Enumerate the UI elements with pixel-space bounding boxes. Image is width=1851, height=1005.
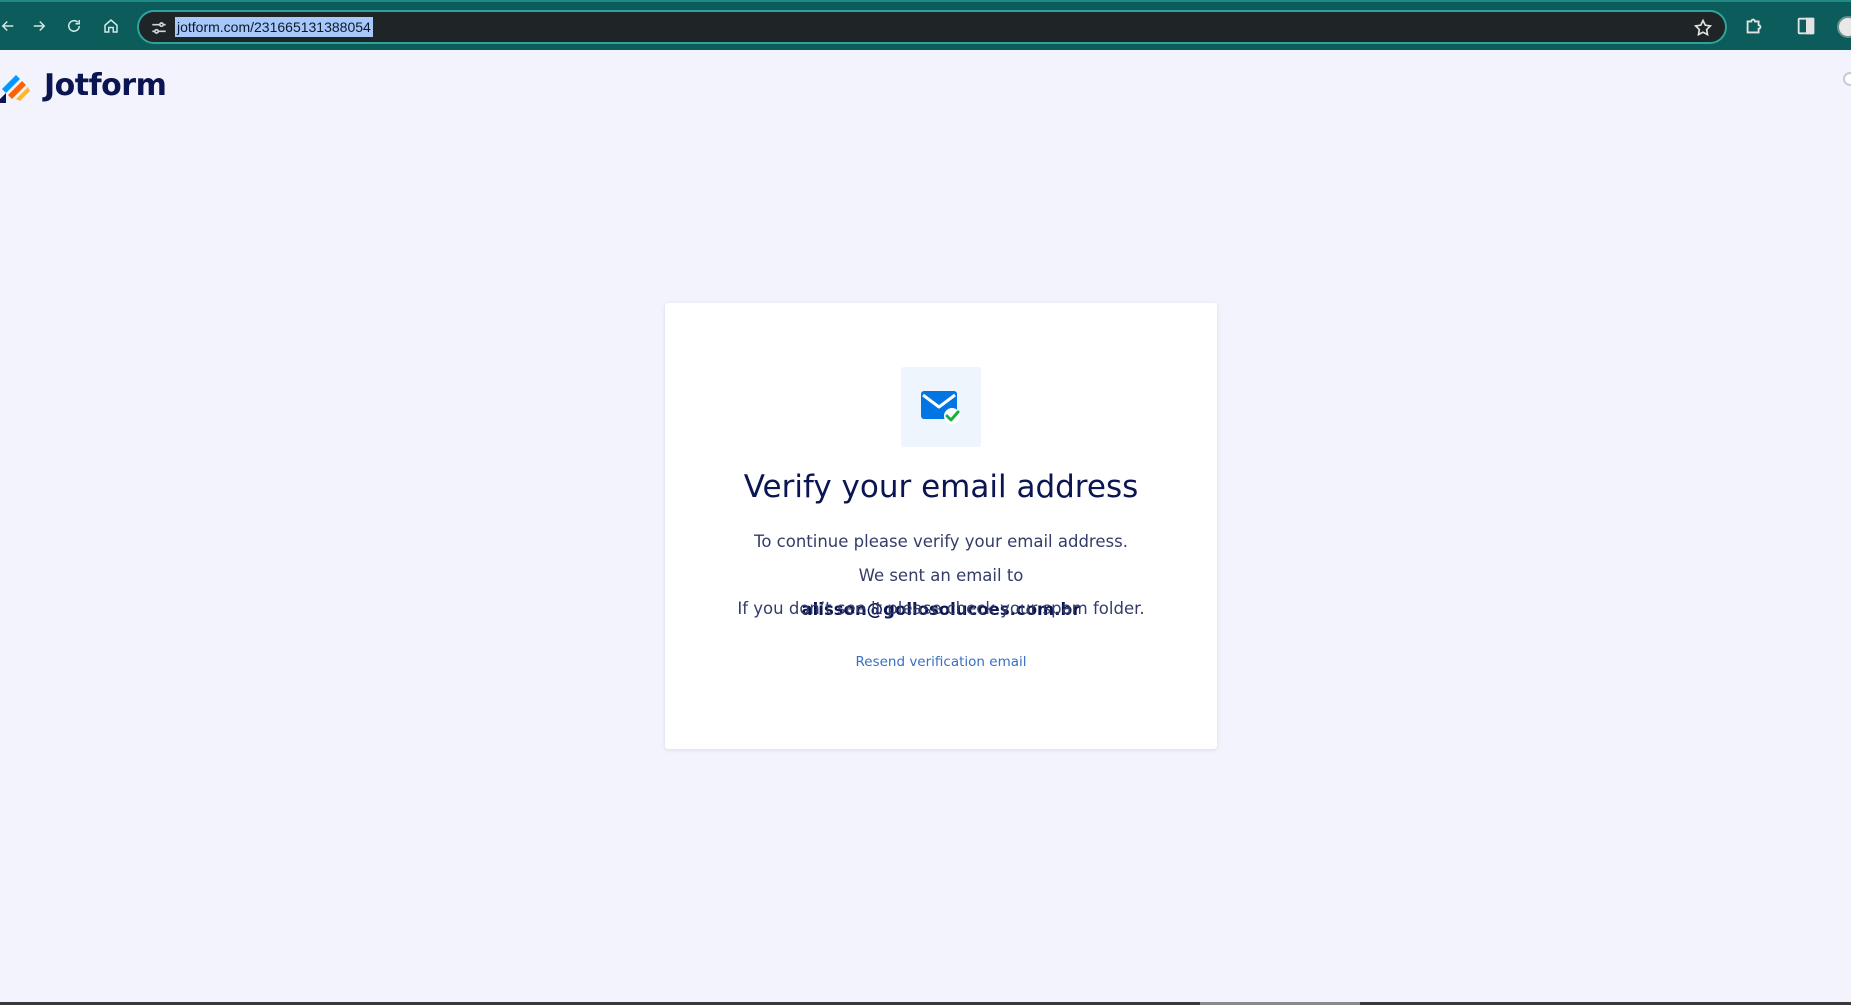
page-title: Verify your email address xyxy=(743,469,1139,505)
side-panel-icon[interactable] xyxy=(1795,15,1817,37)
verification-message-text: To continue please verify your email add… xyxy=(754,532,1128,585)
reload-icon[interactable] xyxy=(62,14,86,38)
forward-arrow-icon[interactable] xyxy=(27,14,51,38)
jotform-logo-icon xyxy=(0,74,30,103)
verify-email-card: Verify your email address To continue pl… xyxy=(665,303,1217,749)
extensions-puzzle-icon[interactable] xyxy=(1743,15,1765,37)
back-arrow-icon[interactable] xyxy=(0,14,20,38)
browser-toolbar: jotform.com/231665131388054 xyxy=(0,0,1851,50)
user-avatar-edge[interactable] xyxy=(1843,72,1851,86)
mail-check-icon xyxy=(921,391,960,424)
mail-verified-tile xyxy=(901,367,981,447)
site-settings-icon[interactable] xyxy=(149,18,169,38)
profile-avatar[interactable] xyxy=(1837,16,1851,38)
url-text[interactable]: jotform.com/231665131388054 xyxy=(175,17,373,37)
logo-wordmark: Jotform xyxy=(44,68,167,103)
jotform-logo[interactable]: Jotform xyxy=(0,68,167,103)
spam-folder-note: If you don’t see it please check your sp… xyxy=(737,599,1145,618)
resend-verification-link[interactable]: Resend verification email xyxy=(665,654,1217,670)
address-bar[interactable]: jotform.com/231665131388054 xyxy=(137,10,1727,44)
home-icon[interactable] xyxy=(99,14,123,38)
bookmark-star-icon[interactable] xyxy=(1693,18,1713,38)
